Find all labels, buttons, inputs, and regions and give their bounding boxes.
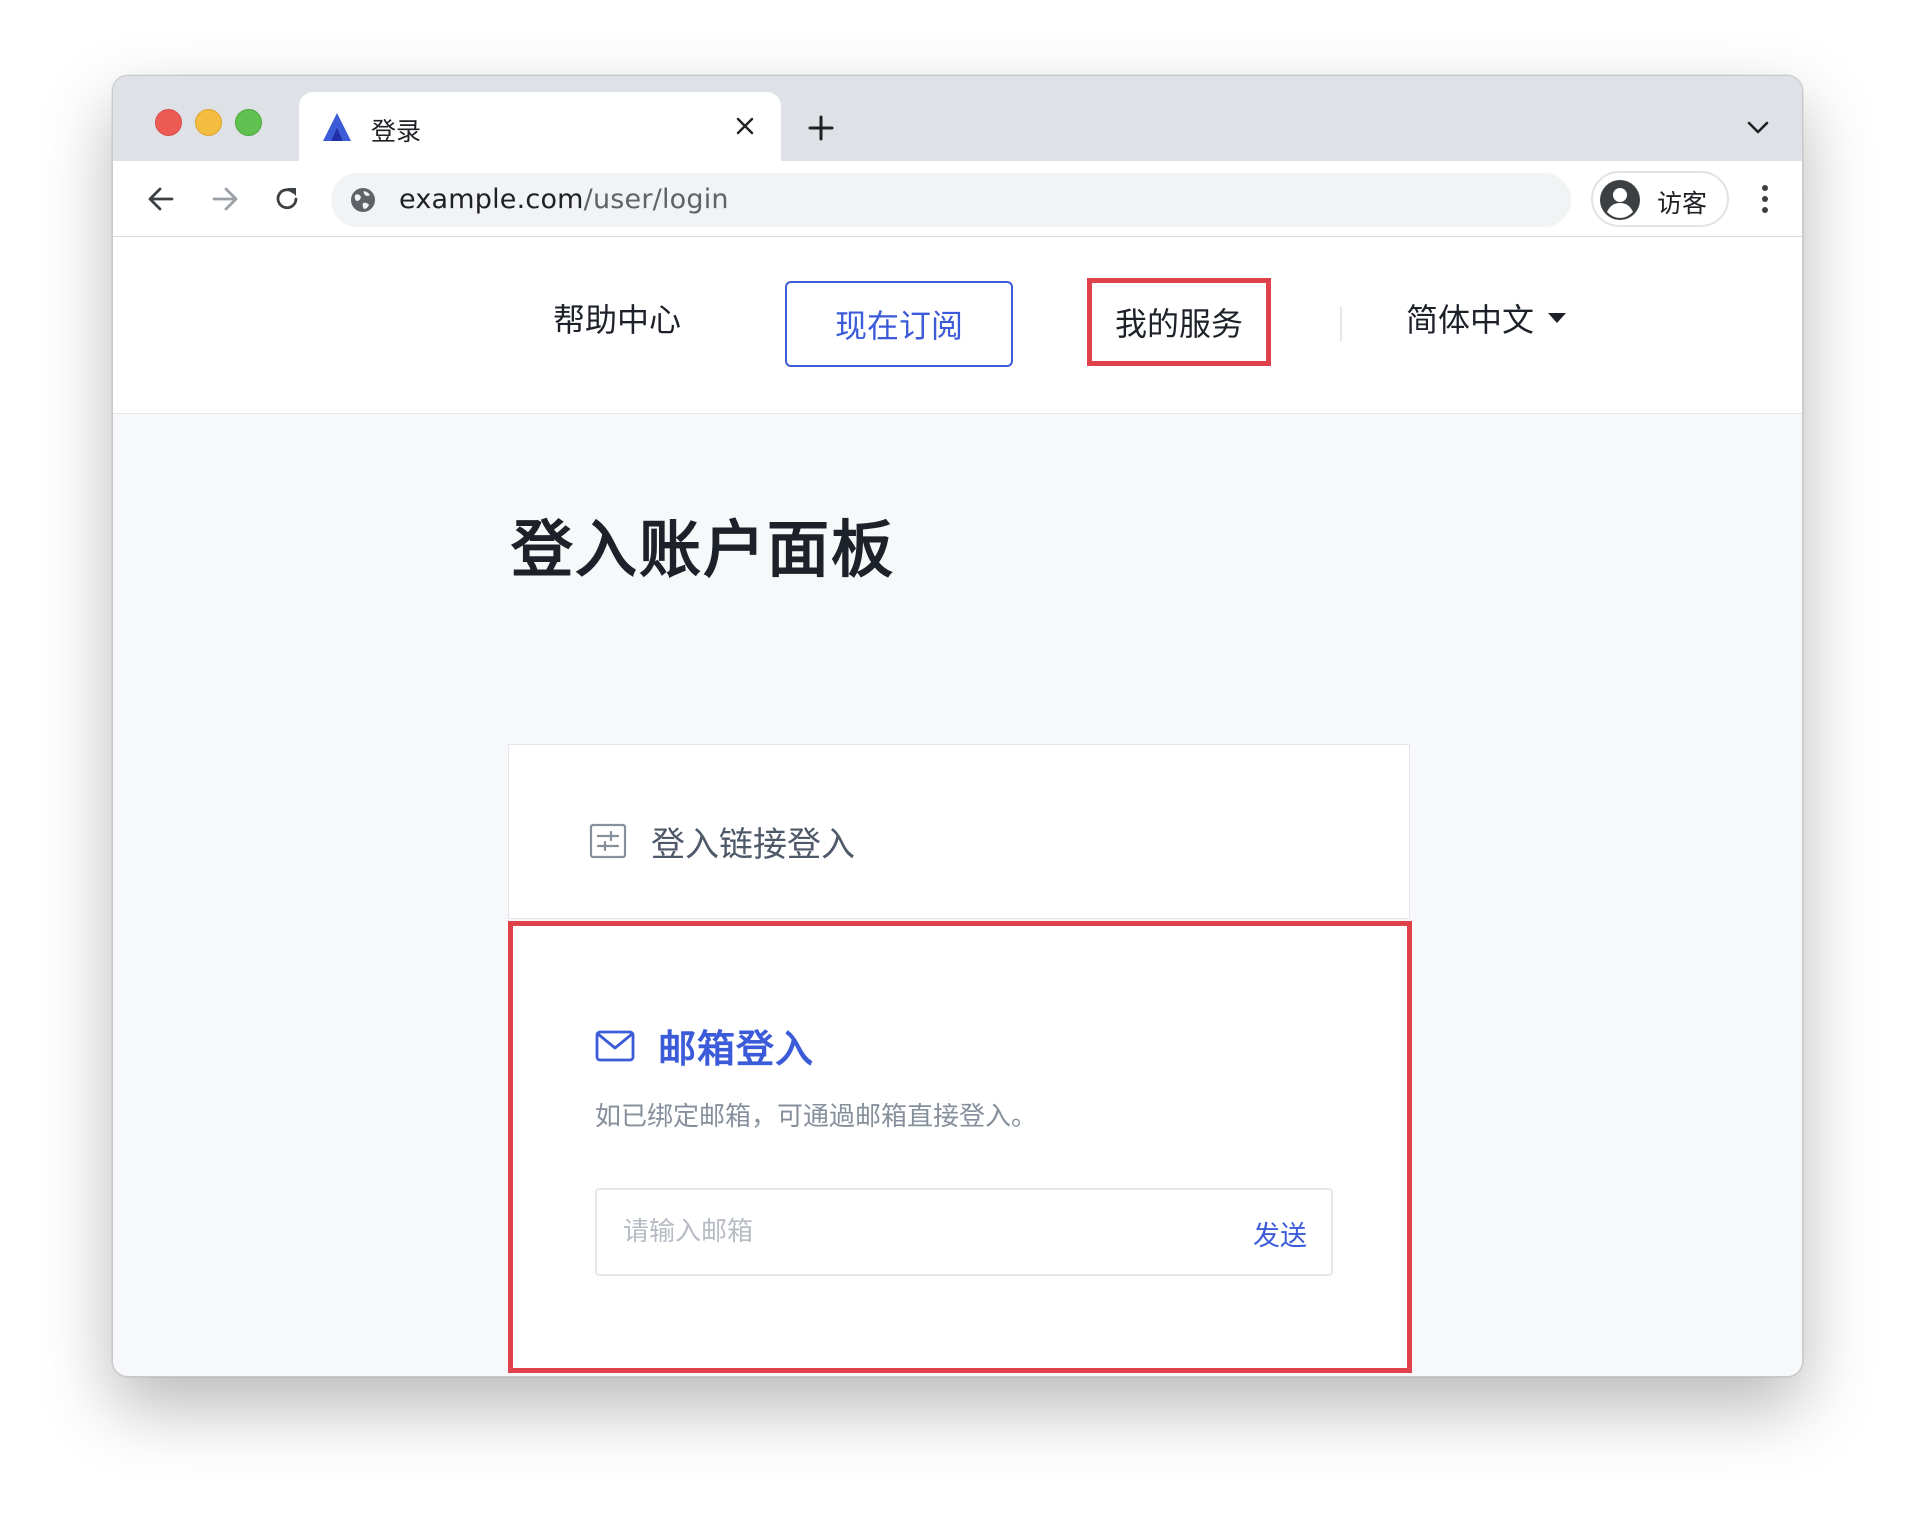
plus-icon (808, 115, 834, 141)
arrow-right-icon (212, 187, 238, 211)
subscribe-button[interactable]: 现在订阅 (785, 281, 1013, 367)
back-button[interactable] (141, 179, 181, 219)
active-tab[interactable]: 登录 (299, 92, 781, 161)
email-login-panel: 邮箱登入 如已绑定邮箱，可通過邮箱直接登入。 发送 (508, 921, 1412, 1373)
new-tab-button[interactable] (803, 110, 839, 146)
browser-toolbar: example.com/user/login 访客 (113, 161, 1802, 237)
tab-bar: 登录 (113, 76, 1802, 161)
minimize-window-button[interactable] (195, 109, 222, 136)
close-tab-button[interactable] (729, 110, 761, 142)
sliders-icon (589, 823, 627, 859)
browser-menu-button[interactable] (1753, 181, 1777, 217)
email-input-group: 发送 (595, 1188, 1333, 1276)
link-login-label: 登入链接登入 (651, 825, 855, 865)
chevron-down-icon (1747, 121, 1769, 134)
email-login-description: 如已绑定邮箱，可通過邮箱直接登入。 (595, 1102, 1038, 1132)
app-logo-icon (323, 113, 351, 141)
url-path: /user/login (583, 184, 729, 215)
link-login-option[interactable]: 登入链接登入 (508, 744, 1410, 919)
tab-title: 登录 (371, 117, 422, 146)
avatar-icon (1600, 180, 1640, 220)
page-content: 帮助中心 现在订阅 我的服务 简体中文 登入账户面板 登入链接登入 邮箱登入 如… (113, 237, 1802, 1376)
send-button[interactable]: 发送 (1253, 1214, 1307, 1253)
reload-icon (276, 188, 298, 210)
site-header: 帮助中心 现在订阅 我的服务 简体中文 (113, 237, 1802, 414)
maximize-window-button[interactable] (235, 109, 262, 136)
email-login-title: 邮箱登入 (658, 1027, 815, 1071)
more-vertical-icon (1762, 185, 1768, 213)
profile-button[interactable]: 访客 (1591, 171, 1729, 227)
tab-search-button[interactable] (1742, 112, 1774, 144)
language-selector[interactable]: 简体中文 (1406, 295, 1567, 341)
url-text: example.com/user/login (399, 184, 729, 215)
url-host: example.com (399, 184, 584, 215)
profile-label: 访客 (1657, 189, 1708, 218)
nav-divider (1340, 307, 1342, 341)
nav-my-services[interactable]: 我的服务 (1087, 278, 1271, 366)
email-input[interactable] (597, 1190, 1223, 1274)
forward-button[interactable] (205, 179, 245, 219)
language-label: 简体中文 (1406, 301, 1535, 339)
browser-window: 登录 example.com/user/login 访客 帮助中心 现在订阅 我… (112, 75, 1803, 1377)
page-title: 登入账户面板 (511, 513, 896, 586)
nav-help-center[interactable]: 帮助中心 (553, 295, 681, 341)
globe-icon (351, 188, 375, 212)
arrow-left-icon (148, 187, 174, 211)
mail-icon (595, 1030, 635, 1062)
close-icon (736, 117, 754, 135)
caret-down-icon (1548, 313, 1567, 323)
address-bar[interactable]: example.com/user/login (331, 173, 1571, 227)
reload-button[interactable] (267, 179, 307, 219)
close-window-button[interactable] (155, 109, 182, 136)
